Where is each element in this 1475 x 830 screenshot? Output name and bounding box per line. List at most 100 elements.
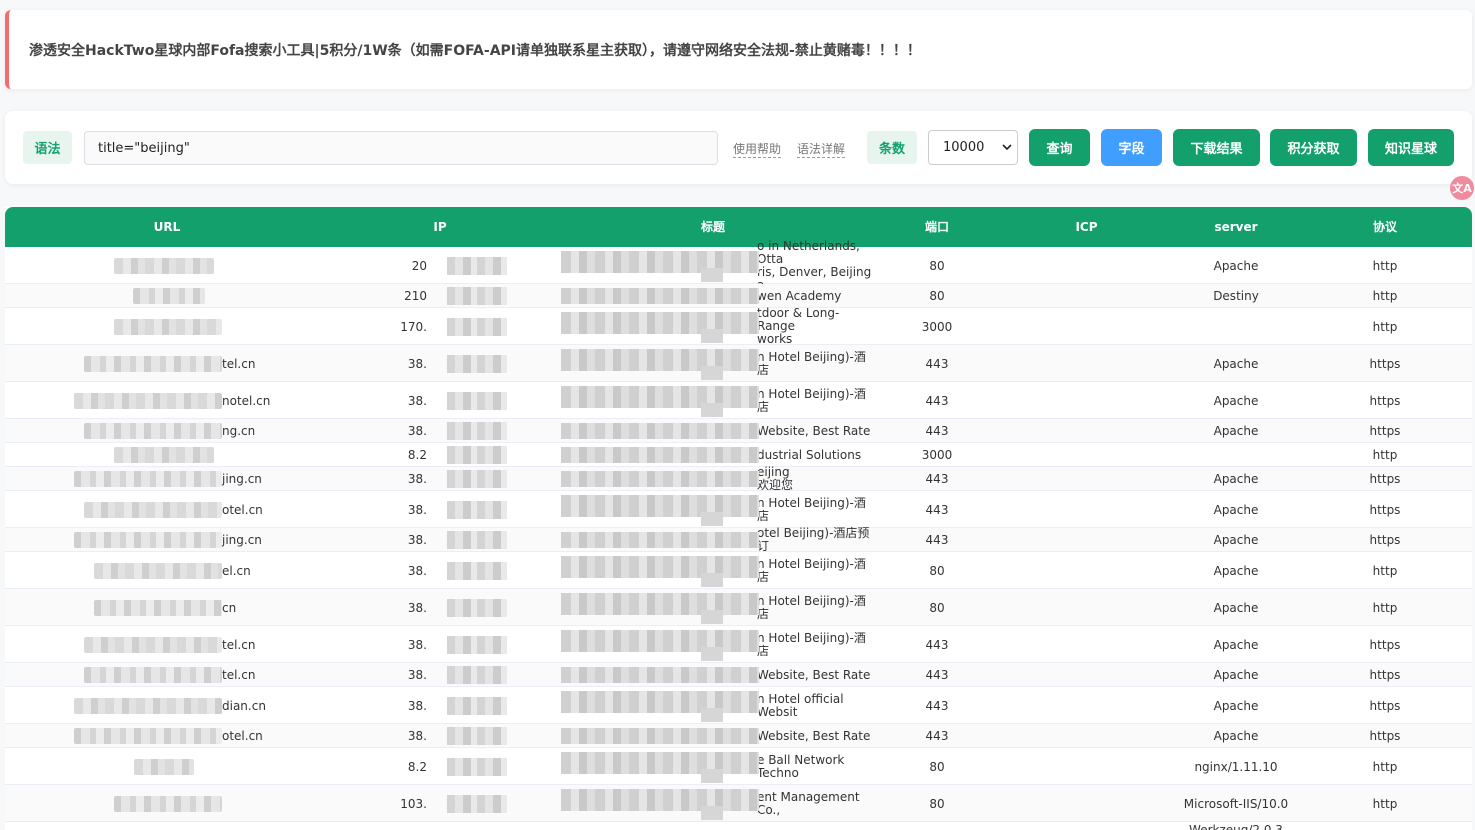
cell-server: Apache bbox=[1213, 729, 1259, 743]
cell-proto: http bbox=[1372, 563, 1398, 578]
query-input[interactable] bbox=[84, 131, 718, 165]
cell-url[interactable] bbox=[5, 822, 329, 830]
redacted-ip bbox=[447, 422, 507, 440]
redacted-title bbox=[701, 708, 723, 722]
cell-title: o in Netherlands, Otta ris, Denver, Beij… bbox=[551, 239, 875, 291]
cell-icp bbox=[999, 748, 1174, 785]
table-row[interactable]: otel.cn 38. n Hotel Beijing)-酒店 443 Apache ht… bbox=[5, 491, 1472, 528]
table-row[interactable]: cn 38. n Hotel Beijing)-酒店 80 Apache http bbox=[5, 589, 1472, 626]
table-row[interactable]: jing.cn 38. otel Beijing)-酒店预订 443 Apache htt… bbox=[5, 527, 1472, 553]
translate-icon[interactable]: 文A bbox=[1450, 176, 1474, 200]
cell-url[interactable]: otel.cn bbox=[5, 724, 329, 748]
redacted-url bbox=[74, 471, 222, 487]
table-row[interactable]: 210 wen Academy 80 Destiny http bbox=[5, 284, 1472, 308]
query-button[interactable]: 查询 bbox=[1029, 129, 1090, 166]
url-suffix: tel.cn bbox=[222, 356, 256, 371]
redacted-url bbox=[74, 697, 222, 714]
cell-url[interactable]: jing.cn bbox=[5, 467, 329, 491]
redacted-title bbox=[701, 268, 723, 282]
cell-title: n Hotel Beijing)-酒店 bbox=[551, 589, 875, 626]
table-row[interactable]: tel.cn 38. Website, Best Rate 443 Apache http… bbox=[5, 663, 1472, 687]
cell-ip: 38. bbox=[329, 724, 551, 748]
table-row[interactable]: notel.cn 38. n Hotel Beijing)-酒店 443 Apache h… bbox=[5, 382, 1472, 419]
redacted-url bbox=[114, 257, 214, 274]
ip-prefix: 38. bbox=[407, 502, 427, 517]
cell-url[interactable]: el.cn bbox=[5, 552, 329, 589]
ip-prefix: 103. bbox=[400, 796, 427, 811]
table-row[interactable]: tel.cn 38. n Hotel Beijing)-酒店 443 Apache htt… bbox=[5, 626, 1472, 663]
cell-url[interactable] bbox=[5, 785, 329, 822]
header-url: URL bbox=[153, 220, 181, 234]
points-button[interactable]: 积分获取 bbox=[1270, 129, 1357, 166]
cell-server bbox=[1174, 443, 1298, 467]
count-select[interactable]: 10000 bbox=[928, 130, 1018, 165]
fields-button[interactable]: 字段 bbox=[1101, 129, 1162, 166]
table-row[interactable]: tel.cn 38. n Hotel Beijing)-酒店 443 Apache htt… bbox=[5, 345, 1472, 382]
cell-proto: http bbox=[1372, 258, 1398, 273]
syntax-detail-link[interactable]: 语法详解 bbox=[797, 140, 846, 158]
header-icp: ICP bbox=[1075, 220, 1098, 234]
cell-proto: http bbox=[1372, 600, 1398, 615]
table-row[interactable]: 8.2 dustrial Solutions 3000 http bbox=[5, 443, 1472, 467]
cell-ip: 38. bbox=[329, 528, 551, 552]
cell-url[interactable]: notel.cn bbox=[5, 382, 329, 419]
table-row[interactable]: ng.cn 38. Website, Best Rate 443 Apache https bbox=[5, 419, 1472, 443]
cell-url[interactable]: ng.cn bbox=[5, 419, 329, 443]
url-suffix: otel.cn bbox=[222, 502, 263, 517]
cell-url[interactable] bbox=[5, 443, 329, 467]
redacted-title bbox=[701, 512, 723, 526]
cell-url[interactable]: tel.cn bbox=[5, 345, 329, 382]
redacted-title bbox=[701, 403, 723, 417]
ip-prefix: 38. bbox=[407, 356, 427, 371]
cell-url[interactable] bbox=[5, 308, 329, 345]
table-row[interactable]: jing.cn 38. eijing 欢迎您 443 Apache https bbox=[5, 466, 1472, 492]
cell-url[interactable] bbox=[5, 247, 329, 284]
cell-url[interactable]: tel.cn bbox=[5, 626, 329, 663]
table-row[interactable]: 170. tdoor & Long-Range works 3000 http bbox=[5, 307, 1472, 346]
table-row[interactable]: dian.cn 38. n Hotel official Websit 443 Apac… bbox=[5, 687, 1472, 724]
cell-server: Destiny bbox=[1213, 289, 1259, 303]
cell-url[interactable]: otel.cn bbox=[5, 491, 329, 528]
cell-port: 443 bbox=[925, 356, 949, 371]
cell-icp bbox=[999, 822, 1174, 830]
cell-port: 80 bbox=[929, 258, 945, 273]
ip-prefix: 170. bbox=[400, 319, 427, 334]
cell-port: 443 bbox=[925, 424, 949, 438]
table-row[interactable]: el.cn 38. n Hotel Beijing)-酒店 80 Apache http bbox=[5, 552, 1472, 589]
redacted-url bbox=[114, 795, 222, 812]
planet-button[interactable]: 知识星球 bbox=[1368, 129, 1454, 166]
cell-url[interactable]: jing.cn bbox=[5, 528, 329, 552]
title-text: Website, Best Rate bbox=[757, 728, 871, 743]
redacted-title bbox=[561, 447, 759, 463]
title-text: n Hotel Beijing)-酒店 bbox=[757, 495, 866, 523]
cell-url[interactable]: tel.cn bbox=[5, 663, 329, 687]
redacted-url bbox=[133, 288, 205, 304]
cell-icp bbox=[999, 491, 1174, 528]
cell-url[interactable] bbox=[5, 284, 329, 308]
header-ip: IP bbox=[433, 220, 447, 234]
title-text: n Hotel Beijing)-酒店 bbox=[757, 556, 866, 584]
redacted-url bbox=[114, 318, 222, 335]
download-button[interactable]: 下载结果 bbox=[1173, 129, 1260, 166]
cell-proto: http bbox=[1372, 448, 1398, 462]
cell-proto: https bbox=[1369, 729, 1401, 743]
cell-icp bbox=[999, 724, 1174, 748]
table-row[interactable]: 8.2 e Ball Network Techno 80 nginx/1.11.10 h… bbox=[5, 748, 1472, 785]
table-row[interactable]: otel.cn 38. Website, Best Rate 443 Apache htt… bbox=[5, 724, 1472, 748]
table-row[interactable]: 103. ent Management Co., 80 Microsoft-IIS/1… bbox=[5, 785, 1472, 822]
cell-icp bbox=[999, 308, 1174, 345]
cell-url[interactable]: cn bbox=[5, 589, 329, 626]
redacted-ip bbox=[447, 794, 507, 813]
title-text: n Hotel Beijing)-酒店 bbox=[757, 386, 866, 414]
cell-ip: 103. bbox=[329, 785, 551, 822]
cell-proto: http bbox=[1372, 759, 1398, 774]
table-row[interactable]: Werkzeug/2.0.3 Pytho bbox=[5, 822, 1472, 830]
redacted-title bbox=[561, 288, 759, 304]
help-link[interactable]: 使用帮助 bbox=[733, 140, 782, 158]
cell-proto: https bbox=[1369, 668, 1401, 682]
redacted-title bbox=[701, 647, 723, 661]
table-row[interactable]: 20 o in Netherlands, Otta ris, Denver, Be… bbox=[5, 239, 1472, 291]
cell-title: dustrial Solutions bbox=[551, 443, 875, 467]
cell-url[interactable] bbox=[5, 748, 329, 785]
cell-url[interactable]: dian.cn bbox=[5, 687, 329, 724]
